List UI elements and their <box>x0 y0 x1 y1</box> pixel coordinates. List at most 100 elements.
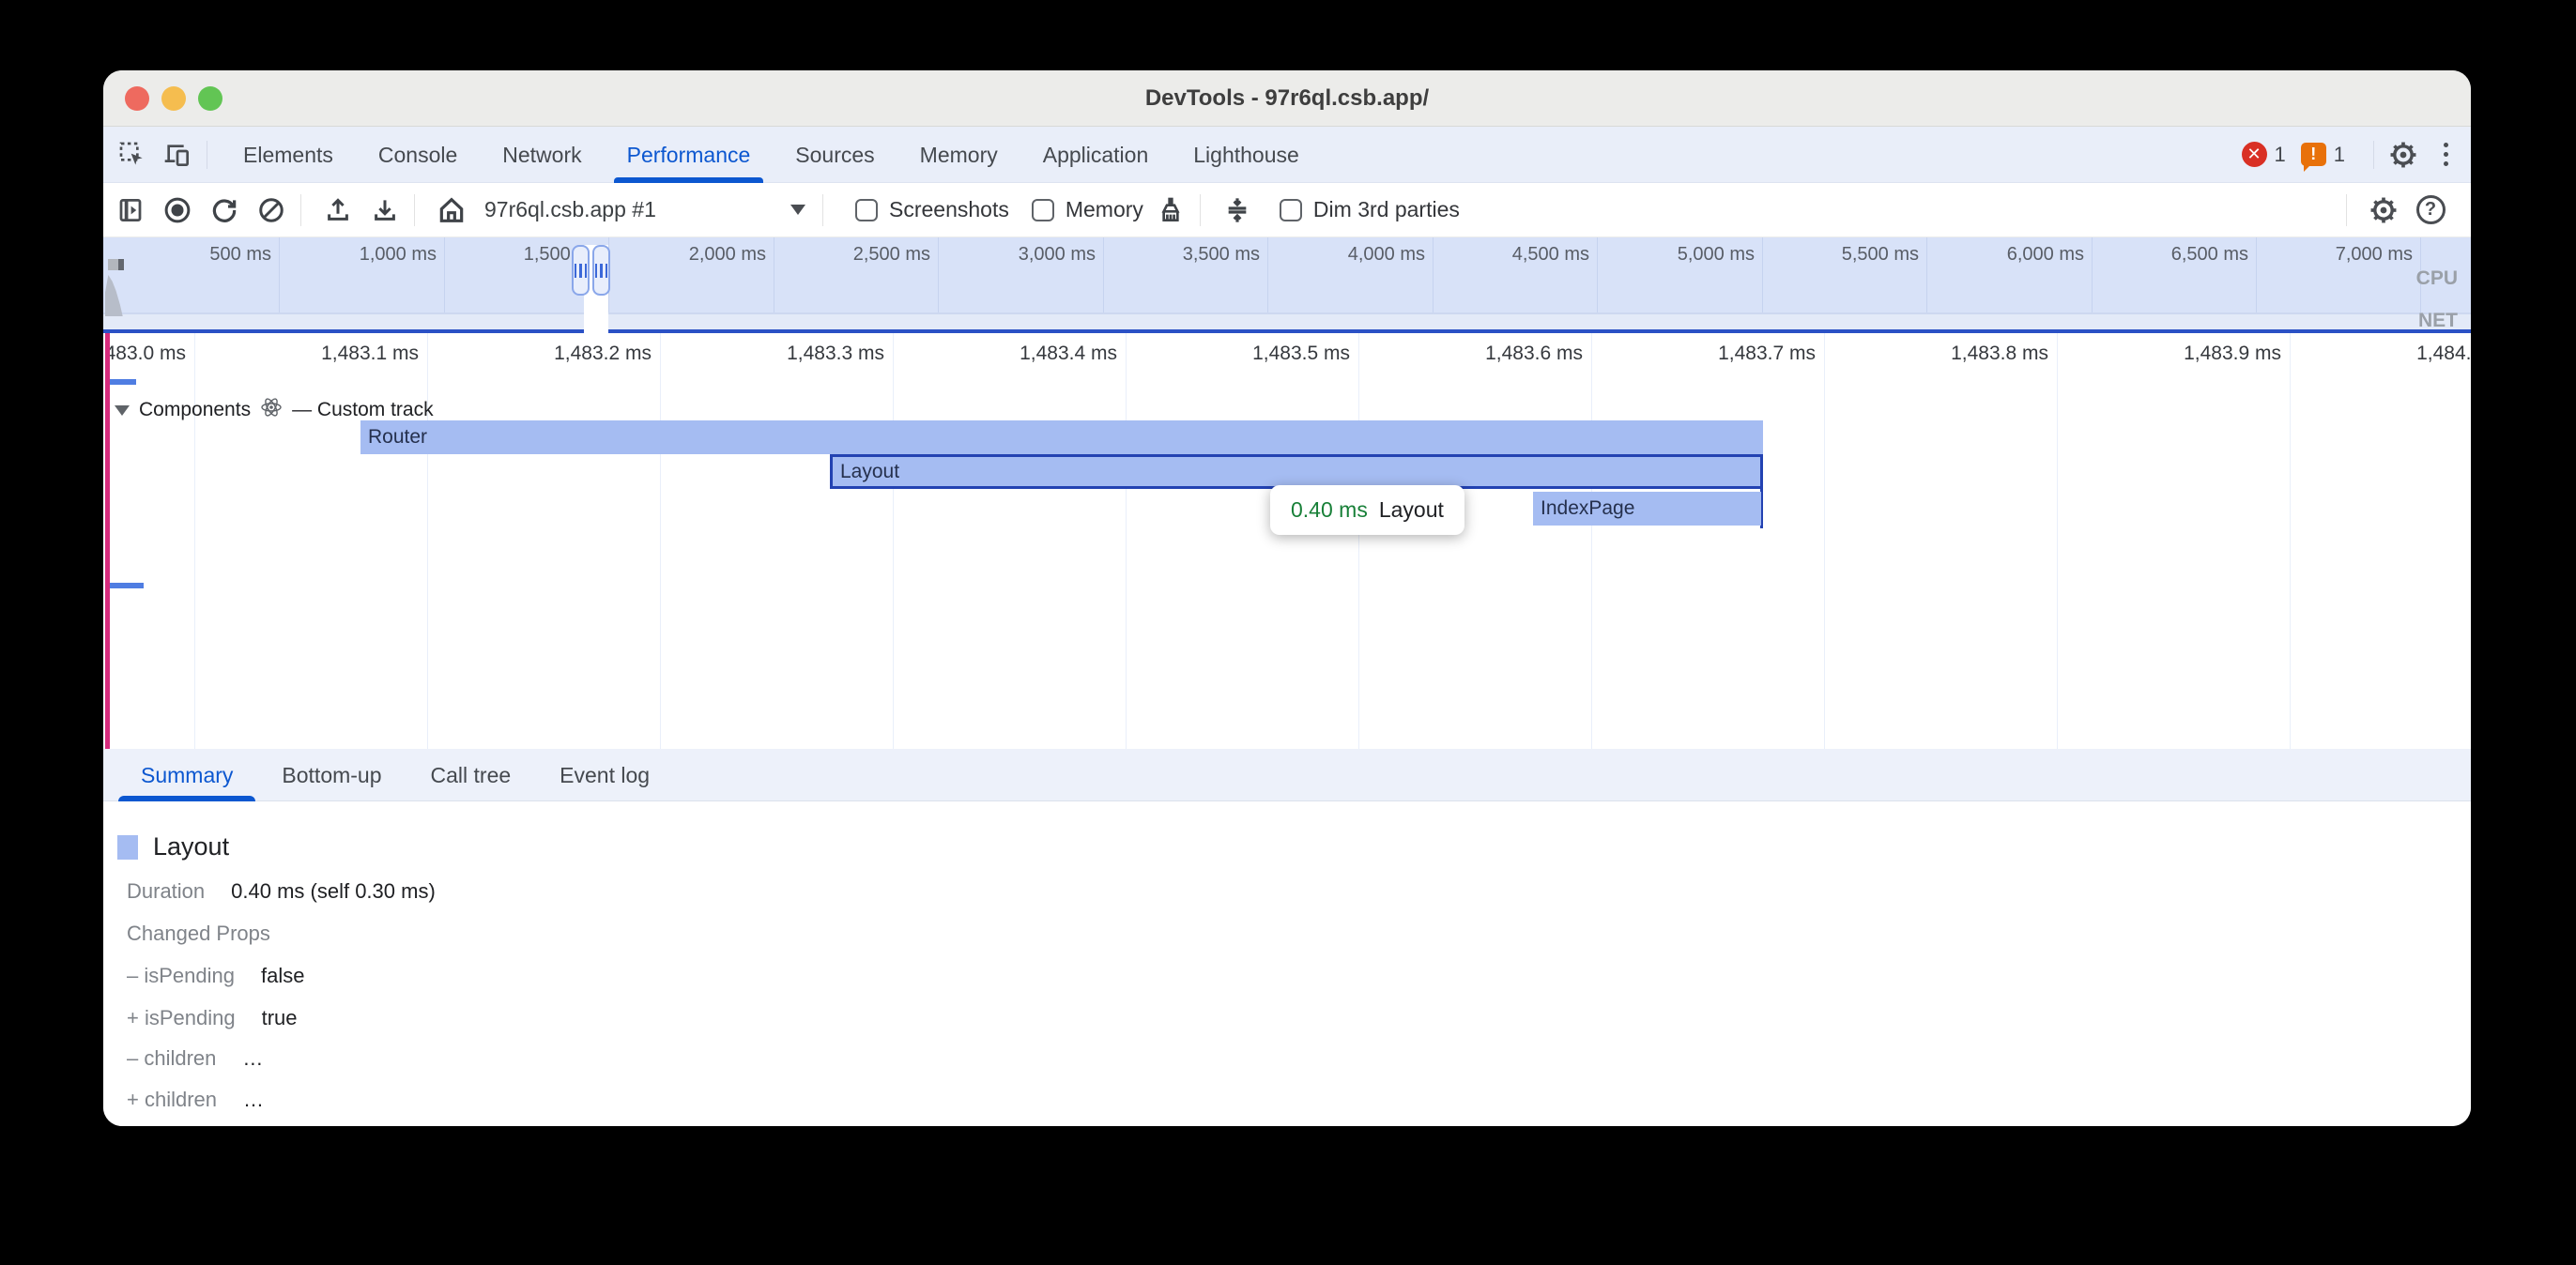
summary-row-ispending-old: – isPending false <box>127 964 304 988</box>
load-profile-icon[interactable] <box>318 191 358 230</box>
summary-value: … <box>243 1088 264 1112</box>
error-count[interactable]: 1 <box>2275 143 2286 167</box>
tab-event-log[interactable]: Event log <box>535 749 674 801</box>
warning-count[interactable]: 1 <box>2334 143 2345 167</box>
tab-memory[interactable]: Memory <box>897 127 1020 183</box>
summary-value: 0.40 ms (self 0.30 ms) <box>231 879 436 904</box>
profile-history-value: 97r6ql.csb.app #1 <box>484 197 656 222</box>
flame-event-indexpage[interactable]: IndexPage <box>1533 492 1761 526</box>
checkbox-box[interactable] <box>1032 199 1054 221</box>
overview-tick: 1,000 ms <box>360 244 437 266</box>
chevron-down-icon <box>790 205 805 215</box>
tab-application[interactable]: Application <box>1020 127 1172 183</box>
memory-checkbox[interactable]: Memory <box>1032 197 1143 222</box>
tab-network[interactable]: Network <box>480 127 604 183</box>
summary-label: + children <box>127 1088 217 1112</box>
summary-label: – children <box>127 1046 216 1071</box>
summary-row-children-old: – children … <box>127 1046 263 1071</box>
summary-value: true <box>262 1006 298 1030</box>
screenshots-label: Screenshots <box>889 197 1009 222</box>
divider <box>414 194 415 226</box>
dim-3rd-parties-label: Dim 3rd parties <box>1313 197 1460 222</box>
overview-tick: 5,500 ms <box>1842 244 1919 266</box>
tab-sources[interactable]: Sources <box>773 127 897 183</box>
range-handle-left[interactable] <box>572 245 590 296</box>
summary-label: – isPending <box>127 964 235 988</box>
overview-tick: 3,500 ms <box>1183 244 1260 266</box>
summary-row-duration: Duration 0.40 ms (self 0.30 ms) <box>127 879 436 904</box>
network-overview-row <box>103 313 2471 330</box>
tab-console[interactable]: Console <box>356 127 480 183</box>
error-icon[interactable]: ✕ <box>2242 142 2267 167</box>
divider <box>2346 194 2347 226</box>
screenshots-checkbox[interactable]: Screenshots <box>855 197 1009 222</box>
details-tab-bar: Summary Bottom-up Call tree Event log <box>103 749 2471 801</box>
record-icon[interactable] <box>158 191 197 230</box>
event-color-swatch <box>117 835 138 860</box>
summary-value: … <box>242 1046 263 1071</box>
overview-tick: 2,500 ms <box>853 244 930 266</box>
settings-gear-icon[interactable] <box>2387 139 2419 171</box>
record-and-reload-icon[interactable] <box>205 191 244 230</box>
collect-garbage-icon[interactable] <box>1151 191 1190 230</box>
tooltip-event-name: Layout <box>1379 497 1444 523</box>
more-options-menu-icon[interactable] <box>2440 139 2452 170</box>
ruler-tick: 1,483.4 ms <box>1020 343 1117 365</box>
overview-tick: 4,000 ms <box>1348 244 1425 266</box>
clear-icon[interactable] <box>252 191 291 230</box>
flame-chart-area[interactable]: Components — Custom track Router Layout … <box>103 375 2471 749</box>
tab-performance[interactable]: Performance <box>605 127 774 183</box>
cpu-row-label: CPU <box>2416 267 2458 290</box>
tab-summary[interactable]: Summary <box>116 749 257 801</box>
overview-tick: 500 ms <box>209 244 271 266</box>
range-handle-right[interactable] <box>592 245 610 296</box>
ruler-tick: 1,483.5 ms <box>1252 343 1350 365</box>
divider <box>822 194 823 226</box>
tab-bottom-up[interactable]: Bottom-up <box>257 749 406 801</box>
summary-label: Duration <box>127 879 205 904</box>
track-highlight-line <box>105 333 110 749</box>
overview-tick: 3,000 ms <box>1019 244 1096 266</box>
summary-title: Layout <box>153 832 229 861</box>
flame-event-layout[interactable]: Layout <box>830 454 1763 489</box>
performance-toolbar: 97r6ql.csb.app #1 Screenshots Memory <box>103 183 2471 237</box>
checkbox-box[interactable] <box>1280 199 1302 221</box>
ruler-tick: 1,483.1 ms <box>321 343 419 365</box>
ruler-tick: 1,483.9 ms <box>2184 343 2281 365</box>
ruler-tick: 1,483.7 ms <box>1718 343 1816 365</box>
summary-label: + isPending <box>127 1006 236 1030</box>
track-title: Components <box>139 399 251 421</box>
cpu-activity-chart <box>105 275 128 316</box>
overview-tick: 2,000 ms <box>689 244 766 266</box>
device-toolbar-icon[interactable] <box>161 139 193 171</box>
checkbox-box[interactable] <box>855 199 878 221</box>
detail-time-ruler: 1,483.0 ms 1,483.1 ms 1,483.2 ms 1,483.3… <box>103 333 2471 375</box>
save-profile-icon[interactable] <box>365 191 405 230</box>
tab-elements[interactable]: Elements <box>221 127 356 183</box>
help-icon[interactable]: ? <box>2411 191 2450 230</box>
track-subtitle: — Custom track <box>292 399 434 421</box>
dim-3rd-parties-checkbox[interactable]: Dim 3rd parties <box>1280 197 1460 222</box>
tab-call-tree[interactable]: Call tree <box>406 749 536 801</box>
summary-label: Changed Props <box>127 922 270 946</box>
compress-tracks-icon[interactable] <box>1218 191 1257 230</box>
tab-lighthouse[interactable]: Lighthouse <box>1171 127 1322 183</box>
ruler-tick: 1,483.3 ms <box>787 343 884 365</box>
overview-tick: 4,500 ms <box>1512 244 1589 266</box>
flame-event-router[interactable]: Router <box>360 420 1763 454</box>
divider <box>2373 141 2374 169</box>
summary-row-ispending-new: + isPending true <box>127 1006 298 1030</box>
timeline-overview[interactable]: 500 ms 1,000 ms 1,500 ms 2,000 ms 2,500 … <box>103 237 2471 330</box>
warning-icon[interactable]: ! <box>2301 143 2326 166</box>
capture-settings-gear-icon[interactable] <box>2364 191 2403 230</box>
summary-panel: Layout Duration 0.40 ms (self 0.30 ms) C… <box>103 801 2471 1126</box>
collapse-triangle-icon[interactable] <box>115 405 130 416</box>
overview-tick: 6,500 ms <box>2171 244 2248 266</box>
divider <box>300 194 301 226</box>
live-metrics-home-icon[interactable] <box>432 191 471 230</box>
performance-tooltip: 0.40 ms Layout <box>1270 485 1464 535</box>
inspect-element-icon[interactable] <box>116 139 148 171</box>
show-sidebar-icon[interactable] <box>111 191 150 230</box>
ruler-tick: 1,483.0 ms <box>103 343 186 365</box>
profile-history-select[interactable]: 97r6ql.csb.app #1 <box>484 197 813 222</box>
